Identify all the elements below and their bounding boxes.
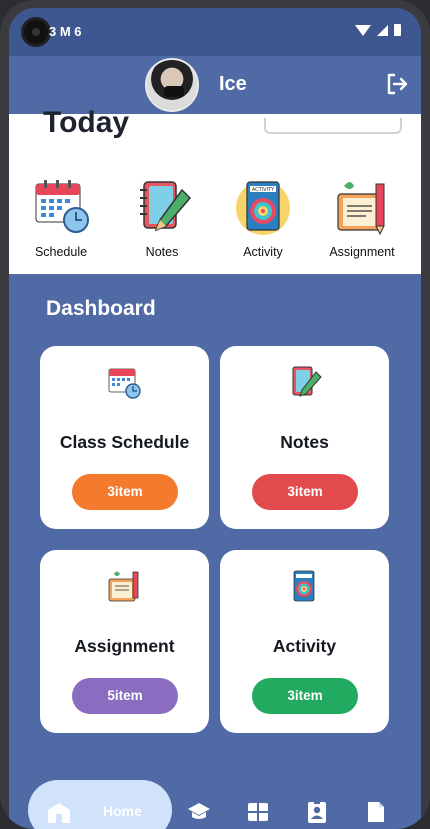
quick-notes-label: Notes [145,245,179,259]
calendar-clock-icon [35,180,89,233]
nav-home-label: Home [103,803,142,819]
calendar-clock-icon [108,368,141,399]
wifi-icon [355,24,371,36]
status-indicators [355,24,401,36]
quick-schedule[interactable]: Schedule [13,176,109,259]
card-title: Activity [272,636,337,656]
quick-activity-label: Activity [243,245,283,259]
svg-text:ACTIVITY: ACTIVITY [252,187,275,193]
today-title: Today [43,106,130,139]
item-count-badge[interactable]: 3item [72,474,178,510]
activity-card[interactable]: Activity 3item [220,550,389,733]
battery-icon [394,24,401,36]
quick-assignment-label: Assignment [329,245,395,259]
grid-icon[interactable] [246,800,270,824]
item-count-badge[interactable]: 3item [252,474,358,510]
quick-schedule-label: Schedule [34,245,88,259]
assignment-card[interactable]: Assignment 5item [40,550,209,733]
avatar[interactable] [145,58,199,112]
quick-notes[interactable]: Notes [114,176,210,259]
card-title: Class Schedule [59,432,190,452]
quick-activity[interactable]: ACTIVITY Activity [215,176,311,259]
item-count-badge[interactable]: 3item [252,678,358,714]
document-icon[interactable] [364,800,388,824]
front-camera [21,17,51,47]
phone-frame: 3 M 6 Ice Today Schedule Notes ACTIVITY … [0,0,430,829]
activity-target-icon [293,570,315,602]
date-selector[interactable] [264,118,402,134]
class-schedule-card[interactable]: Class Schedule 3item [40,346,209,529]
card-title: Assignment [74,636,175,656]
signal-icon [377,24,388,36]
quick-assignment[interactable]: Assignment [314,176,410,259]
status-bar: 3 M 6 [9,8,421,56]
book-pencil-icon [108,571,139,602]
app-screen: 3 M 6 Ice Today Schedule Notes ACTIVITY … [9,8,421,829]
notebook-pencil-icon [140,181,192,232]
notebook-pencil-icon [292,366,322,397]
school-icon [48,803,70,823]
item-count-badge[interactable]: 5item [72,678,178,714]
dashboard-title: Dashboard [46,297,156,320]
book-pencil-icon [337,182,385,236]
notes-card[interactable]: Notes 3item [220,346,389,529]
logout-icon[interactable] [384,71,410,97]
status-notifications: 3 M 6 [49,24,82,39]
id-badge-icon[interactable] [305,800,329,824]
activity-target-icon: ACTIVITY [236,181,290,235]
today-section: Today Schedule Notes ACTIVITY Activity A… [9,106,421,274]
card-title: Notes [280,432,329,452]
user-name: Ice [219,73,247,95]
graduation-cap-icon[interactable] [187,800,211,824]
